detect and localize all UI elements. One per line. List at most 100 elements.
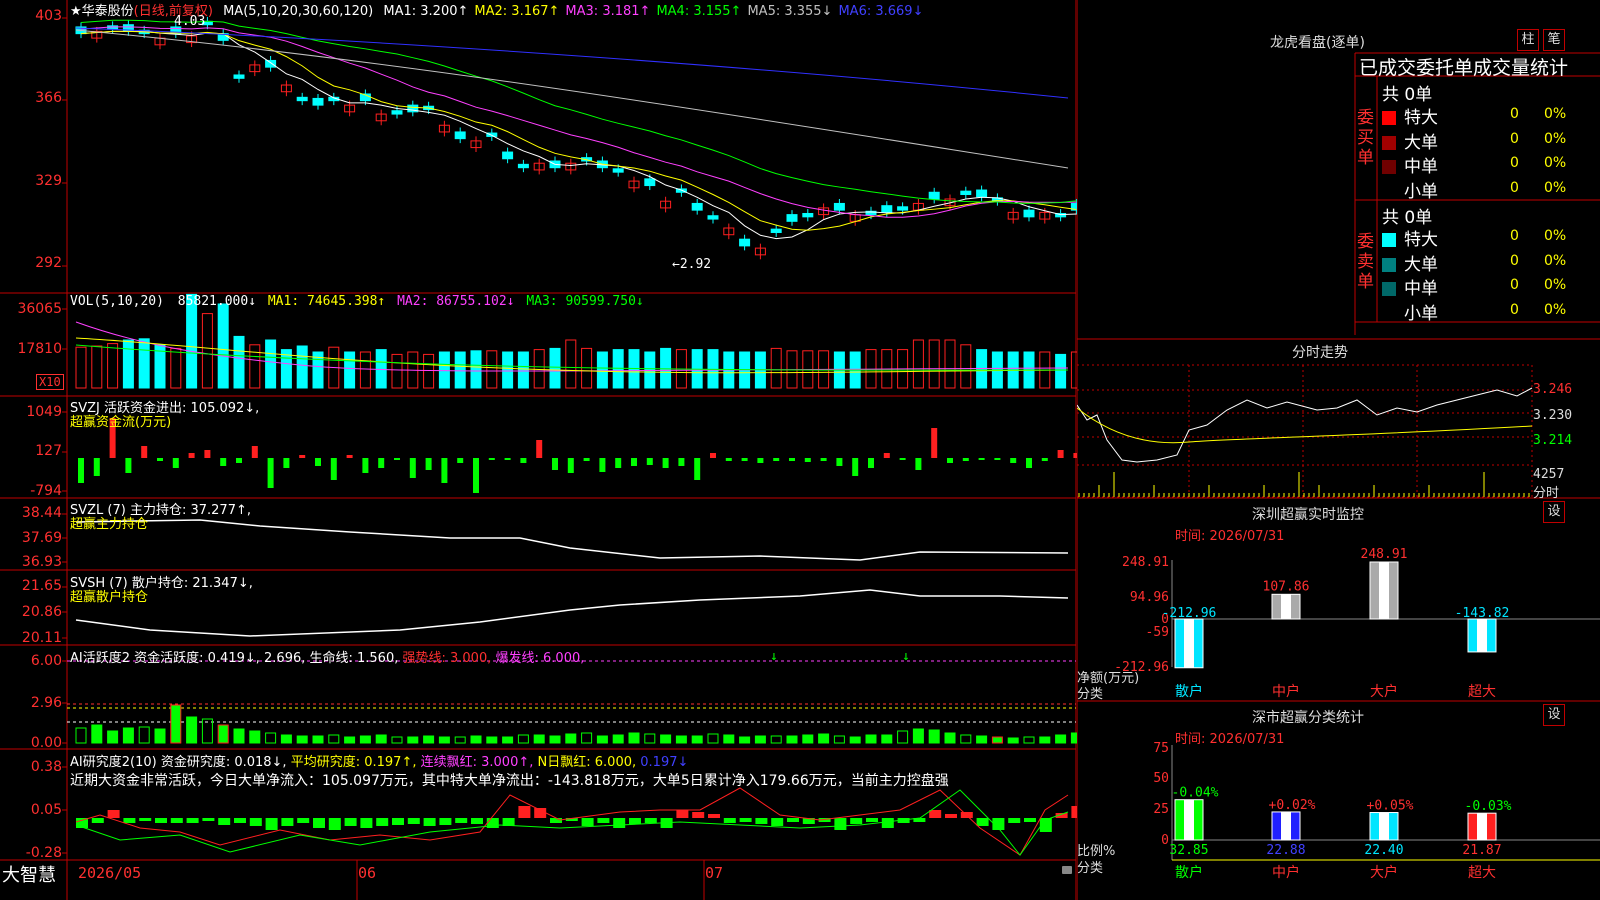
order-row: 小单 0 0% [1382, 299, 1600, 324]
candle-body [770, 228, 782, 233]
money-flow-bar [789, 458, 795, 461]
ma1-line [80, 30, 1077, 240]
activity-bar [280, 734, 292, 744]
volume-bar [138, 338, 150, 389]
ma-value-5: MA5: 3.355↓ [747, 4, 833, 19]
research-bar [834, 818, 847, 830]
monitor-bar-label: -143.82 [1455, 606, 1510, 621]
research-bar [218, 818, 231, 825]
activity-bar [976, 735, 988, 744]
money-flow-bar [915, 458, 922, 470]
money-flow-bar [962, 458, 969, 461]
money-flow-bar [978, 458, 985, 460]
activity-bar [217, 724, 229, 744]
ma-label: MA(5,10,20,30,60,120) [223, 4, 374, 19]
research-bar [407, 818, 420, 824]
order-row: 大单 0 0% [1382, 128, 1600, 153]
candle-body [391, 110, 403, 115]
research-bar [723, 818, 736, 823]
money-flow-bar [204, 450, 211, 458]
stat-settings-button[interactable]: 设 [1543, 704, 1565, 726]
research-bar [881, 818, 894, 828]
money-flow-bar [283, 458, 290, 468]
stat-xlabel: 分类 [1077, 861, 1104, 876]
order-color-swatch [1382, 160, 1396, 174]
research-bar [91, 818, 104, 823]
order-row: 大单 0 0% [1382, 250, 1600, 275]
order-color-swatch [1382, 233, 1396, 247]
intraday-title: 分时走势 [1292, 345, 1348, 361]
monitor-title: 深圳超赢实时监控 [1252, 507, 1364, 523]
order-percent: 0% [1544, 179, 1567, 196]
research-bar [139, 818, 152, 821]
intraday-tick: 3.246 [1533, 382, 1573, 397]
research-bar [313, 818, 325, 828]
money-flow-bar [662, 458, 669, 468]
order-percent: 0% [1544, 301, 1567, 318]
ma2-line [80, 30, 1077, 231]
intraday-vol-tick: 4257 [1533, 467, 1565, 482]
order-type: 小单 [1404, 181, 1438, 202]
monitor-category: 超大 [1468, 684, 1496, 700]
candle-body [517, 163, 529, 169]
money-flow-bar [883, 453, 890, 458]
svsh-tick: 20.86 [21, 604, 62, 620]
research-bar [692, 812, 705, 818]
activity-bar [391, 736, 403, 744]
main-chart-area[interactable]: ↓ ↓ ★华泰股份(日线,前复权) MA(5,10,20,30,60,120) M… [0, 0, 1077, 900]
price-tick: 329 [35, 173, 62, 189]
monitor-category: 大户 [1370, 683, 1398, 700]
stat-change-label: -0.03% [1465, 799, 1512, 814]
activity-bar [897, 730, 909, 744]
high-price-mark: 4.03 [174, 14, 206, 29]
svzj-sub: 超赢资金流(万元) [70, 415, 172, 430]
ai1-tick: 2.96 [30, 695, 62, 711]
activity-bar [407, 736, 419, 744]
order-row: 特大 0 0% [1382, 103, 1600, 128]
research-bar [850, 818, 863, 824]
research-bar [376, 818, 389, 826]
money-flow-bar [836, 458, 843, 466]
volume-bar [423, 353, 435, 389]
tick-mode-button[interactable]: 笔 [1543, 29, 1565, 51]
order-color-swatch [1382, 282, 1396, 296]
volume-bar [928, 339, 940, 389]
activity-bar [596, 735, 608, 744]
candle-body [691, 202, 703, 211]
research-bar [439, 818, 452, 825]
intraday-tick: 3.214 [1533, 433, 1573, 448]
money-flow-bar [299, 455, 306, 458]
order-type: 中单 [1404, 279, 1438, 299]
activity-bar [754, 735, 766, 744]
monitor-settings-button[interactable]: 设 [1543, 501, 1565, 523]
activity-bar [612, 734, 624, 744]
ma-value-3: MA3: 3.181↑ [565, 4, 651, 19]
stat-tick: 50 [1153, 771, 1169, 786]
lock-icon[interactable] [1062, 866, 1072, 874]
candle-body [612, 168, 624, 173]
activity-bar [517, 734, 529, 744]
volume-bar [770, 347, 782, 389]
candle-body [265, 59, 277, 68]
stat-category: 大户 [1370, 864, 1398, 881]
volume-bar [944, 339, 956, 389]
volume-bar [549, 347, 561, 389]
money-flow-bar [378, 458, 385, 468]
monitor-bar-highlight [1379, 562, 1389, 619]
activity-bar [833, 735, 845, 744]
money-flow-bar [1010, 458, 1017, 463]
research-bar [771, 818, 784, 826]
candle-body [296, 96, 308, 102]
activity-bar [170, 704, 182, 744]
candle-body [644, 178, 656, 187]
volume-bar [75, 346, 87, 389]
money-flow-bar [947, 458, 953, 463]
activity-bar [739, 736, 751, 744]
activity-bar [770, 735, 782, 744]
stat-bar-highlight [1281, 811, 1291, 840]
volume-bar [454, 351, 466, 389]
candle-body [897, 206, 909, 211]
order-count: 0 [1510, 106, 1519, 122]
research-bar [186, 818, 199, 823]
bar-mode-button[interactable]: 柱 [1517, 29, 1539, 51]
